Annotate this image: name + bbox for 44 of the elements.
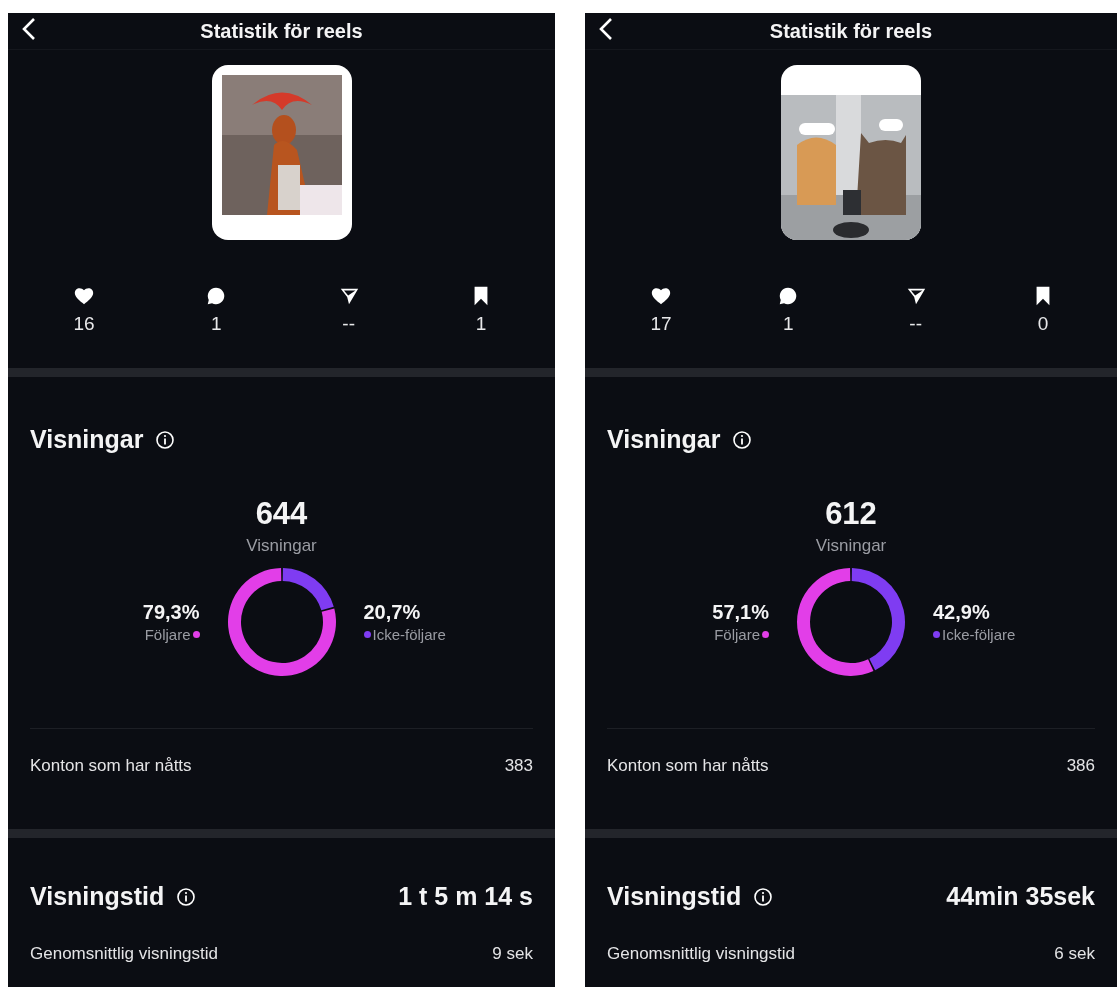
row-label: Genomsnittlig visningstid — [607, 944, 796, 964]
legend-label: Icke-följare — [942, 626, 1016, 643]
row-label: Genomsnittlig visningstid — [30, 944, 219, 964]
info-icon[interactable] — [155, 429, 176, 450]
legend-value: 57,1% — [712, 601, 769, 624]
row-label: Konton som har nåtts — [30, 756, 192, 776]
row-value: 9 sek — [492, 944, 533, 964]
views-total: 612 — [824, 496, 878, 532]
stat-value: -- — [909, 313, 922, 335]
watch-time-value: 44min 35sek — [946, 882, 1095, 911]
stat-value: -- — [342, 313, 355, 335]
back-icon[interactable] — [20, 17, 38, 41]
legend-label: Icke-följare — [372, 626, 446, 643]
views-label: Visningar — [245, 536, 318, 556]
watch-time-value: 1 t 5 m 14 s — [398, 882, 533, 911]
row-value: 383 — [504, 756, 533, 776]
section-heading: Visningar — [607, 425, 721, 454]
info-icon[interactable] — [176, 886, 197, 907]
stat-value: 0 — [1037, 313, 1049, 335]
stat-value: 16 — [73, 313, 95, 335]
legend-label: Följare — [144, 626, 191, 643]
stat-value: 1 — [211, 313, 222, 335]
views-total: 644 — [254, 496, 309, 532]
legend-value: 20,7% — [363, 601, 421, 624]
back-icon[interactable] — [597, 17, 615, 41]
row-value: 386 — [1066, 756, 1095, 776]
screen-title: Statistik för reels — [769, 19, 933, 43]
info-icon[interactable] — [753, 886, 774, 907]
section-heading: Visningstid — [30, 882, 165, 911]
heart-icon — [650, 285, 672, 307]
info-icon[interactable] — [732, 429, 753, 450]
screen-title: Statistik för reels — [200, 19, 363, 43]
row-label: Konton som har nåtts — [607, 756, 769, 776]
section-heading: Visningstid — [607, 882, 742, 911]
stat-value: 17 — [650, 313, 672, 335]
stat-value: 1 — [475, 313, 487, 335]
legend-label: Följare — [714, 626, 760, 643]
section-heading: Visningar — [30, 425, 144, 454]
legend-value: 42,9% — [933, 601, 990, 624]
stat-value: 1 — [783, 313, 794, 335]
legend-value: 79,3% — [142, 601, 200, 624]
views-label: Visningar — [814, 536, 888, 556]
heart-icon — [73, 285, 95, 307]
row-value: 6 sek — [1054, 944, 1095, 964]
